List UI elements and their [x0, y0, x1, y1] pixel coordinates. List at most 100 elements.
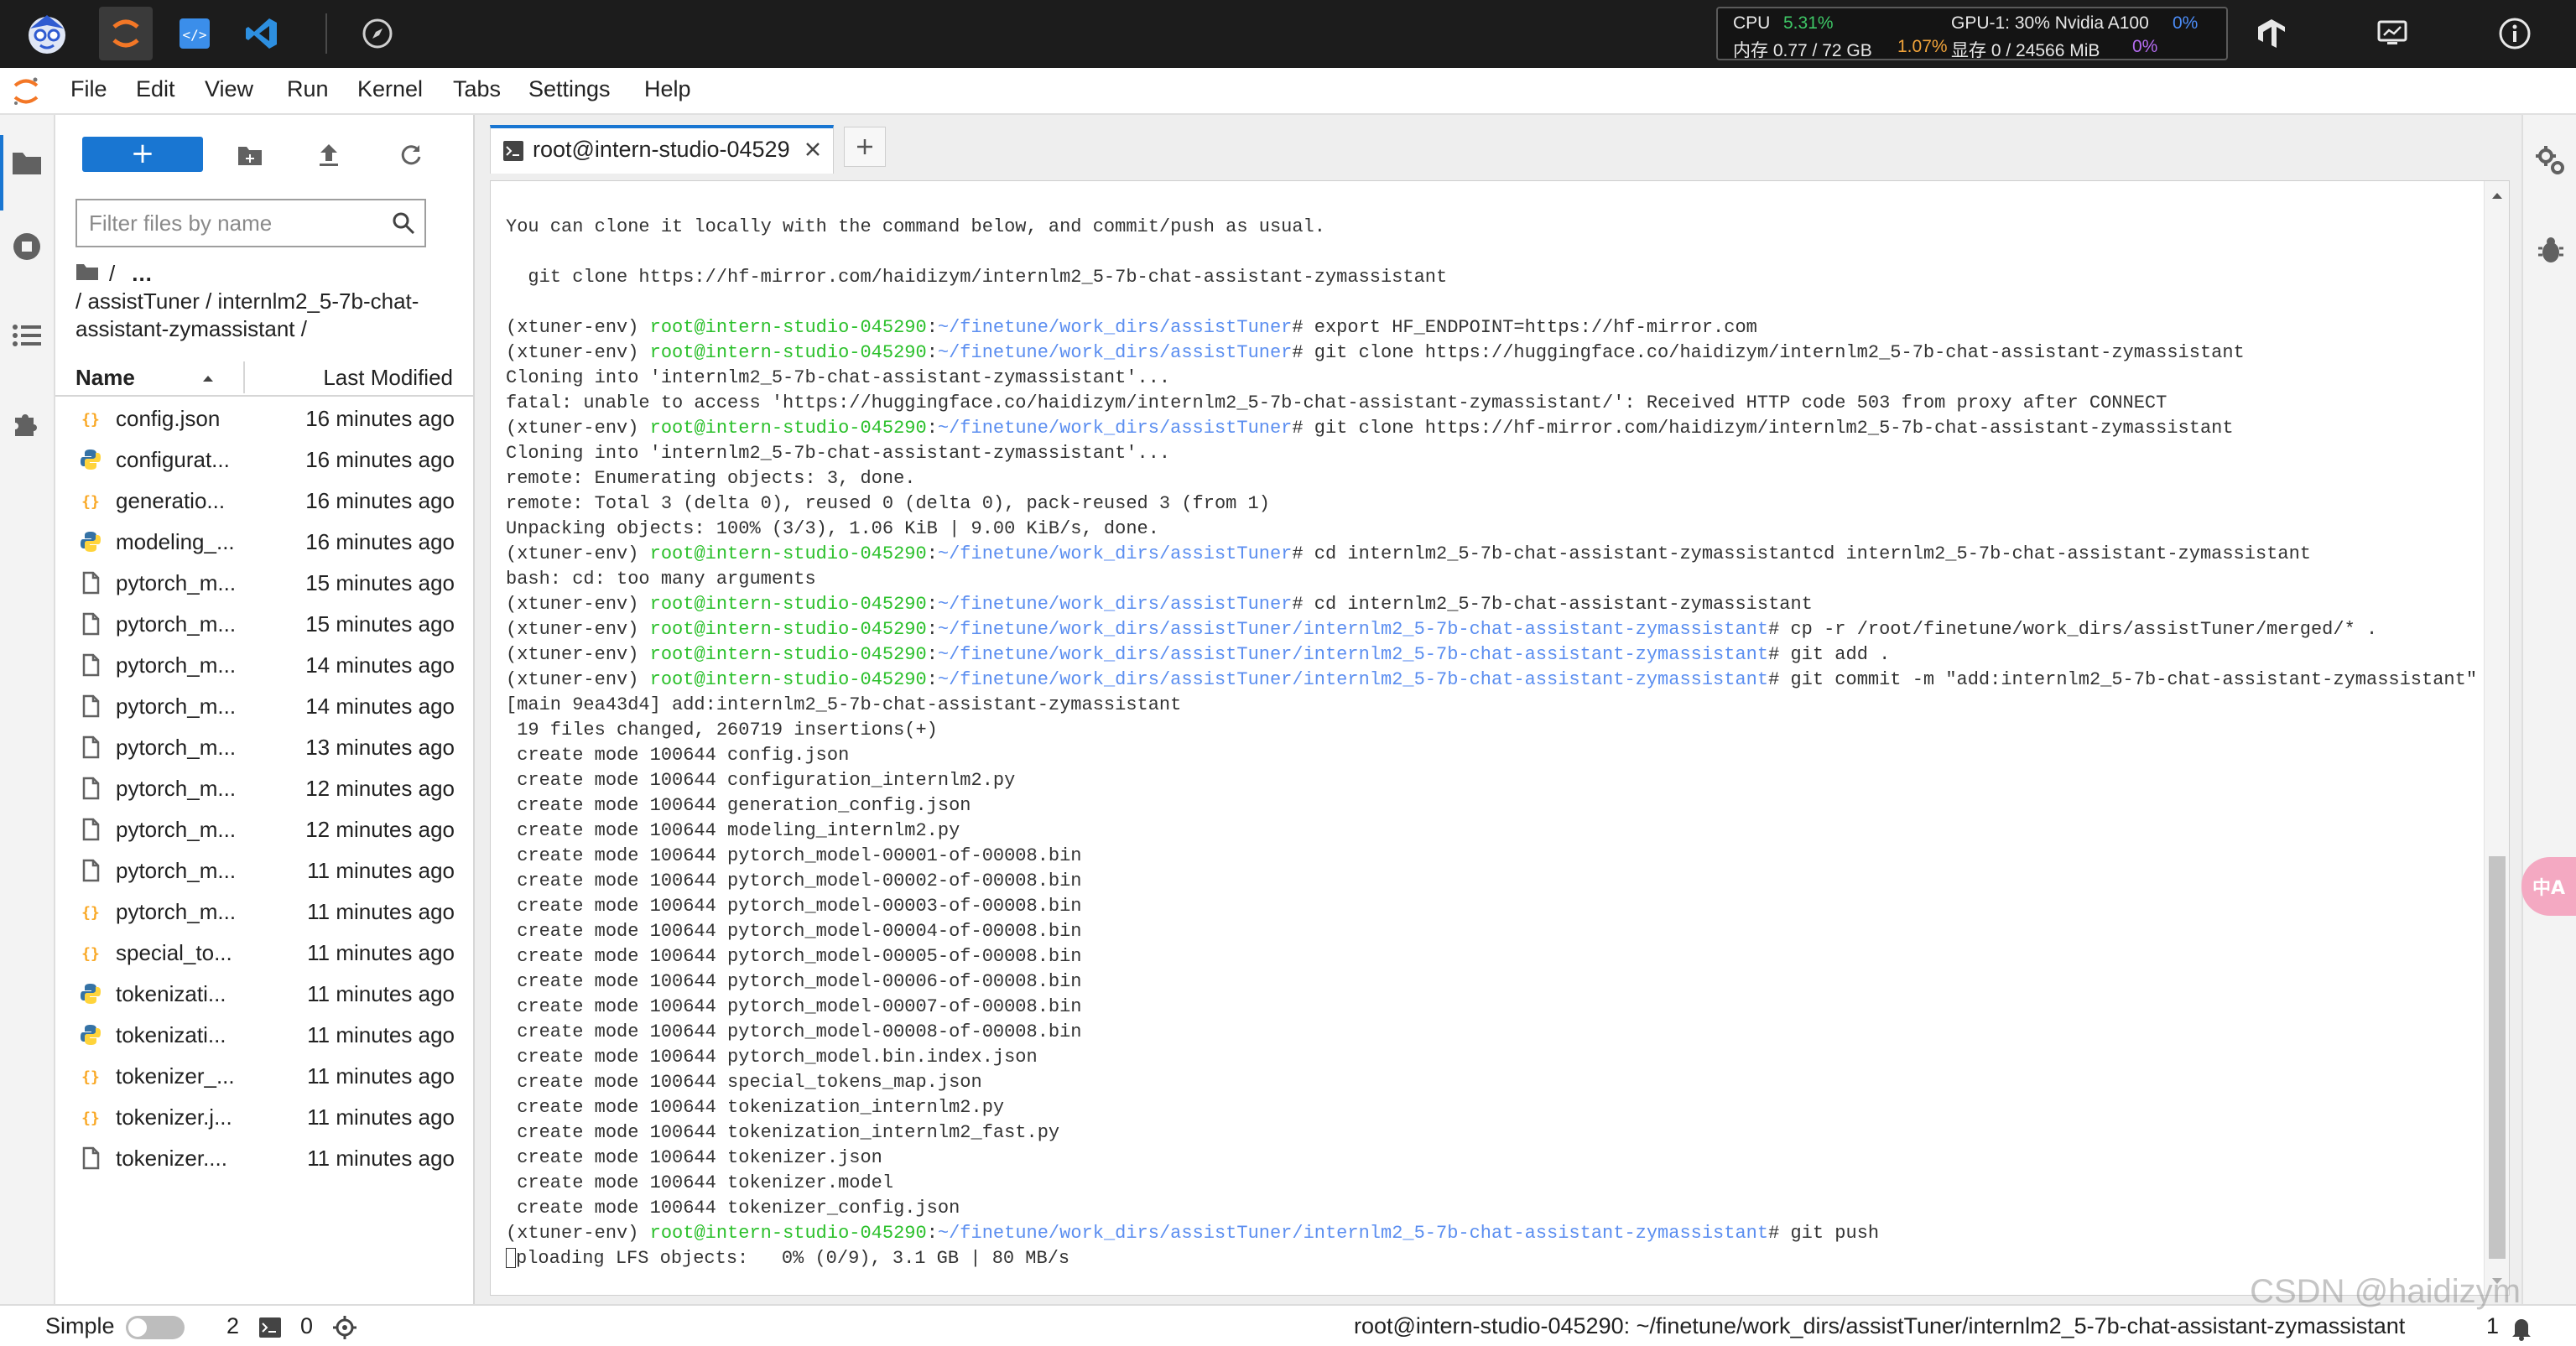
menu-view[interactable]: View — [205, 76, 253, 102]
jupyter-tab-icon[interactable] — [99, 7, 153, 60]
file-row[interactable]: {} tokenizer_... 11 minutes ago — [55, 1056, 475, 1097]
translate-icon[interactable]: 中A — [2521, 857, 2576, 916]
scroll-up-arrow-icon[interactable] — [2490, 188, 2504, 204]
terminal-line: remote: Enumerating objects: 3, done. — [506, 466, 2477, 491]
current-path: root@intern-studio-045290: ~/finetune/wo… — [1354, 1313, 2406, 1338]
compass-icon[interactable] — [351, 7, 404, 60]
filter-files-input[interactable] — [89, 207, 374, 239]
new-launcher-button[interactable]: + — [82, 137, 203, 172]
menu-run[interactable]: Run — [287, 76, 329, 102]
file-row[interactable]: tokenizati... 11 minutes ago — [55, 1015, 475, 1056]
running-kernels-icon[interactable] — [8, 227, 46, 266]
terminal-icon — [502, 140, 524, 165]
table-of-contents-icon[interactable] — [8, 316, 46, 355]
monitor-icon[interactable] — [2365, 7, 2419, 60]
svg-text:</>: </> — [183, 27, 207, 43]
menu-kernel[interactable]: Kernel — [357, 76, 423, 102]
terminal-text: create mode 100644 pytorch_model.bin.ind… — [506, 1047, 1038, 1068]
svg-text:{}: {} — [81, 1110, 100, 1127]
new-folder-icon[interactable] — [233, 138, 267, 172]
column-divider[interactable] — [243, 361, 245, 393]
file-row[interactable]: {} tokenizer.j... 11 minutes ago — [55, 1097, 475, 1138]
file-modified: 16 minutes ago — [305, 447, 455, 472]
terminal-text: root@intern-studio-045290 — [649, 543, 927, 564]
file-row[interactable]: configurat... 16 minutes ago — [55, 439, 475, 481]
terminal-line: create mode 100644 pytorch_model-00003-o… — [506, 894, 2477, 919]
file-name: generatio... — [116, 488, 226, 513]
terminal-text: Unpacking objects: 100% (3/3), 1.06 KiB … — [506, 518, 1159, 539]
close-icon[interactable] — [803, 139, 823, 163]
file-row[interactable]: tokenizer.... 11 minutes ago — [55, 1138, 475, 1179]
terminal-text: ~/finetune/work_dirs/assistTuner — [937, 418, 1293, 439]
terminals-count[interactable]: 2 — [226, 1313, 239, 1339]
column-name-header[interactable]: Name — [75, 365, 135, 391]
terminal-text: create mode 100644 tokenizer_config.json — [506, 1198, 960, 1219]
menu-file[interactable]: File — [70, 76, 107, 102]
file-row[interactable]: pytorch_m... 12 minutes ago — [55, 809, 475, 850]
property-inspector-gears-icon[interactable] — [2533, 143, 2568, 179]
file-browser: + / ... / assistTuner / internlm2_5-7 — [55, 115, 475, 1304]
tensorflow-icon[interactable] — [2245, 7, 2298, 60]
file-row[interactable]: {} generatio... 16 minutes ago — [55, 481, 475, 522]
breadcrumb-path[interactable]: / assistTuner / internlm2_5-7b-chat-assi… — [75, 288, 461, 343]
kernel-status-icon[interactable] — [332, 1315, 357, 1346]
file-row[interactable]: pytorch_m... 15 minutes ago — [55, 563, 475, 604]
vscode-icon[interactable] — [235, 7, 289, 60]
file-row[interactable]: modeling_... 16 minutes ago — [55, 522, 475, 563]
terminal-text: root@intern-studio-045290 — [649, 317, 927, 338]
terminal-text: # cd internlm2_5-7b-chat-assistant-zymas… — [1292, 594, 1813, 615]
terminal-panel[interactable]: You can clone it locally with the comman… — [490, 180, 2510, 1296]
breadcrumb-root[interactable]: / — [109, 260, 115, 288]
file-row[interactable]: tokenizati... 11 minutes ago — [55, 974, 475, 1015]
file-row[interactable]: pytorch_m... 14 minutes ago — [55, 686, 475, 727]
scrollbar-thumb[interactable] — [2489, 856, 2506, 1259]
extensions-puzzle-icon[interactable] — [8, 405, 46, 444]
file-row[interactable]: pytorch_m... 11 minutes ago — [55, 850, 475, 891]
simple-mode-toggle[interactable] — [126, 1316, 185, 1339]
info-icon[interactable] — [2488, 7, 2542, 60]
file-name: pytorch_m... — [116, 611, 237, 637]
menu-settings[interactable]: Settings — [528, 76, 611, 102]
terminal-text: create mode 100644 pytorch_model-00007-o… — [506, 996, 1082, 1017]
add-tab-button[interactable] — [844, 127, 886, 167]
refresh-icon[interactable] — [394, 138, 428, 172]
bell-icon[interactable] — [2508, 1314, 2535, 1346]
kernels-count[interactable]: 0 — [300, 1313, 313, 1339]
column-modified-header[interactable]: Last Modified — [323, 365, 453, 391]
terminal-scrollbar[interactable] — [2484, 181, 2509, 1295]
breadcrumb-root-folder-icon[interactable] — [75, 260, 99, 288]
breadcrumb-more[interactable]: ... — [132, 260, 153, 288]
terminal-text: : — [926, 543, 938, 564]
file-name: special_to... — [116, 940, 232, 965]
file-row[interactable]: {} config.json 16 minutes ago — [55, 398, 475, 439]
file-row[interactable]: pytorch_m... 15 minutes ago — [55, 604, 475, 645]
folder-icon[interactable] — [8, 143, 46, 182]
filter-files-field[interactable] — [75, 199, 426, 247]
menu-tabs[interactable]: Tabs — [453, 76, 501, 102]
menu-edit[interactable]: Edit — [136, 76, 175, 102]
file-row[interactable]: {} special_to... 11 minutes ago — [55, 933, 475, 974]
sort-ascending-icon[interactable] — [200, 366, 216, 392]
terminal-text: : — [926, 644, 938, 665]
tab-terminal[interactable]: root@intern-studio-04529 — [490, 125, 834, 174]
svg-text:{}: {} — [81, 493, 100, 511]
vram-label: 显存 0 / 24566 MiB — [1951, 41, 2100, 60]
terminal-text: # git clone https://hf-mirror.com/haidiz… — [1292, 418, 2234, 439]
upload-icon[interactable] — [312, 138, 346, 172]
terminal-text: ~/finetune/work_dirs/assistTuner — [937, 594, 1293, 615]
file-row[interactable]: pytorch_m... 13 minutes ago — [55, 727, 475, 768]
terminal-status-icon[interactable] — [258, 1317, 282, 1344]
terminal-text: root@intern-studio-045290 — [649, 342, 927, 363]
code-server-icon[interactable]: </> — [168, 7, 221, 60]
debugger-bug-icon[interactable] — [2533, 232, 2568, 268]
intern-logo-icon[interactable] — [20, 7, 74, 60]
file-row[interactable]: pytorch_m... 12 minutes ago — [55, 768, 475, 809]
file-row[interactable]: pytorch_m... 14 minutes ago — [55, 645, 475, 686]
terminal-line: ploading LFS objects: 0% (0/9), 3.1 GB |… — [506, 1246, 2477, 1271]
file-row[interactable]: {} pytorch_m... 11 minutes ago — [55, 891, 475, 933]
menu-help[interactable]: Help — [644, 76, 691, 102]
notifications-count[interactable]: 1 — [2486, 1313, 2499, 1339]
terminal-line: (xtuner-env) root@intern-studio-045290:~… — [506, 642, 2477, 668]
terminal-text: (xtuner-env) — [506, 543, 650, 564]
